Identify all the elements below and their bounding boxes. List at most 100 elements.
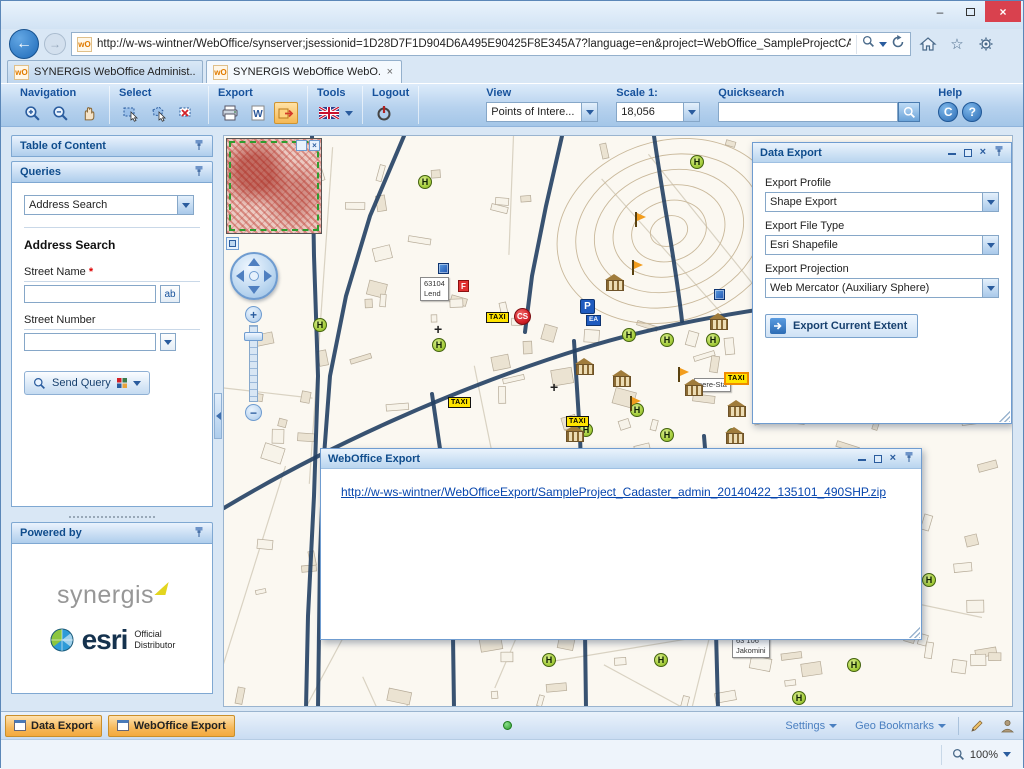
sidebar-collapse-handle[interactable]: [214, 393, 222, 439]
print-tool[interactable]: [218, 102, 242, 124]
quicksearch-input[interactable]: [718, 102, 898, 122]
export-projection-select[interactable]: Web Mercator (Auxiliary Sphere): [765, 278, 999, 298]
overview-toggle-button[interactable]: [226, 237, 239, 250]
map-marker-cross[interactable]: +: [550, 382, 558, 392]
window-minimize-button[interactable]: –: [925, 1, 955, 22]
pin-icon[interactable]: [194, 526, 204, 541]
chevron-down-icon[interactable]: [982, 236, 998, 254]
map-marker-hydrant[interactable]: H: [922, 573, 936, 587]
panel-minimize-icon[interactable]: [858, 457, 866, 461]
dotted-separator[interactable]: [69, 516, 155, 518]
clear-selection-tool[interactable]: [175, 102, 199, 124]
map-marker-parking[interactable]: P: [580, 299, 595, 314]
map-marker-hydrant[interactable]: H: [418, 175, 432, 189]
overview-close-icon[interactable]: ×: [309, 140, 320, 151]
panel-restore-icon[interactable]: [964, 149, 972, 157]
map-marker-hydrant[interactable]: H: [660, 333, 674, 347]
map-marker-cs[interactable]: CS: [514, 308, 531, 325]
zoom-out-button[interactable]: −: [245, 404, 262, 421]
map-marker-hydrant[interactable]: H: [654, 653, 668, 667]
overview-mode-icon[interactable]: [296, 140, 307, 151]
map-marker-flag[interactable]: [678, 367, 690, 382]
panel-close-icon[interactable]: ×: [890, 453, 896, 464]
table-of-content-header[interactable]: Table of Content: [11, 135, 213, 157]
panel-restore-icon[interactable]: [874, 455, 882, 463]
map-marker-museum[interactable]: [575, 358, 593, 374]
autocomplete-ab-button[interactable]: ab: [160, 285, 180, 303]
pin-icon[interactable]: [994, 145, 1004, 160]
map-marker-taxi[interactable]: TAXI: [486, 312, 509, 323]
url-dropdown-icon[interactable]: [879, 42, 887, 47]
map-marker-taxi[interactable]: TAXI: [724, 372, 749, 385]
panel-resize-grip[interactable]: [908, 626, 920, 638]
map-marker-hydrant[interactable]: H: [622, 328, 636, 342]
zoom-in-button[interactable]: +: [245, 306, 262, 323]
url-bar[interactable]: wO http://w-ws-wintner/WebOffice/synserv…: [71, 32, 911, 56]
weboffice-export-panel-header[interactable]: WebOffice Export ×: [321, 449, 921, 469]
map-marker-taxi[interactable]: TAXI: [448, 397, 471, 408]
geo-bookmarks-menu[interactable]: Geo Bookmarks: [849, 720, 952, 732]
data-export-panel-header[interactable]: Data Export ×: [753, 143, 1011, 163]
export-download-link[interactable]: http://w-ws-wintner/WebOfficeExport/Samp…: [341, 485, 886, 499]
powered-by-header[interactable]: Powered by: [11, 522, 213, 544]
street-number-dropdown[interactable]: [160, 333, 176, 351]
zoom-slider-handle[interactable]: [244, 332, 263, 341]
user-profile-icon[interactable]: [995, 714, 1019, 738]
chevron-down-icon[interactable]: [177, 196, 193, 214]
map-marker-flag[interactable]: [630, 396, 642, 411]
favorites-star-icon[interactable]: ☆: [945, 32, 969, 56]
map-marker-bluesq[interactable]: [714, 289, 725, 300]
language-uk-flag-icon[interactable]: [317, 102, 341, 124]
help-button[interactable]: ?: [962, 102, 982, 122]
panel-resize-grip[interactable]: [998, 410, 1010, 422]
settings-gear-icon[interactable]: [974, 32, 998, 56]
export-filetype-select[interactable]: Esri Shapefile: [765, 235, 999, 255]
queries-header[interactable]: Queries: [11, 161, 213, 183]
map-marker-bluesq[interactable]: [438, 263, 449, 274]
overview-extent-box[interactable]: [229, 141, 319, 231]
street-name-input[interactable]: [24, 285, 156, 303]
pin-icon[interactable]: [904, 451, 914, 466]
settings-menu[interactable]: Settings: [779, 720, 843, 732]
pan-center-dot[interactable]: [249, 271, 259, 281]
pin-icon[interactable]: [194, 165, 204, 180]
pan-west-arrow[interactable]: [236, 270, 244, 282]
data-export-tool[interactable]: [274, 102, 298, 124]
browser-zoom-control[interactable]: 100%: [941, 745, 1011, 765]
quicksearch-button[interactable]: [898, 102, 920, 122]
scale-select[interactable]: 18,056: [616, 102, 700, 122]
tab-administration[interactable]: wO SYNERGIS WebOffice Administ...: [7, 60, 203, 83]
context-help-button[interactable]: C: [938, 102, 958, 122]
map-marker-museum[interactable]: [727, 400, 745, 416]
map-marker-museum[interactable]: [612, 370, 630, 386]
export-current-extent-button[interactable]: Export Current Extent: [765, 314, 918, 338]
tab-close-icon[interactable]: ×: [385, 66, 395, 78]
map-marker-hydrant[interactable]: H: [706, 333, 720, 347]
map-marker-hydrant[interactable]: H: [313, 318, 327, 332]
map-marker-museum[interactable]: [605, 274, 623, 290]
map-marker-hydrant[interactable]: H: [660, 428, 674, 442]
back-button[interactable]: ←: [9, 29, 39, 59]
query-select[interactable]: Address Search: [24, 195, 194, 215]
word-export-tool[interactable]: W: [246, 102, 270, 124]
map-marker-hydrant[interactable]: H: [432, 338, 446, 352]
tools-dropdown-icon[interactable]: [345, 111, 353, 116]
pan-east-arrow[interactable]: [264, 270, 272, 282]
chevron-down-icon[interactable]: [982, 193, 998, 211]
refresh-icon[interactable]: [891, 35, 905, 54]
taskbar-data-export-button[interactable]: Data Export: [5, 715, 102, 737]
select-polygon-tool[interactable]: [147, 102, 171, 124]
view-select[interactable]: Points of Intere...: [486, 102, 598, 122]
taskbar-weboffice-export-button[interactable]: WebOffice Export: [108, 715, 235, 737]
chevron-down-icon[interactable]: [683, 103, 699, 121]
map-marker-dlabel[interactable]: 63104Lend: [420, 277, 449, 301]
map-marker-museum[interactable]: [725, 427, 743, 443]
map-marker-hydrant[interactable]: H: [847, 658, 861, 672]
chevron-down-icon[interactable]: [581, 103, 597, 121]
redline-pencil-icon[interactable]: [965, 714, 989, 738]
panel-close-icon[interactable]: ×: [980, 147, 986, 158]
street-number-input[interactable]: [24, 333, 156, 351]
export-profile-select[interactable]: Shape Export: [765, 192, 999, 212]
forward-button[interactable]: →: [44, 33, 66, 55]
home-icon[interactable]: [916, 32, 940, 56]
